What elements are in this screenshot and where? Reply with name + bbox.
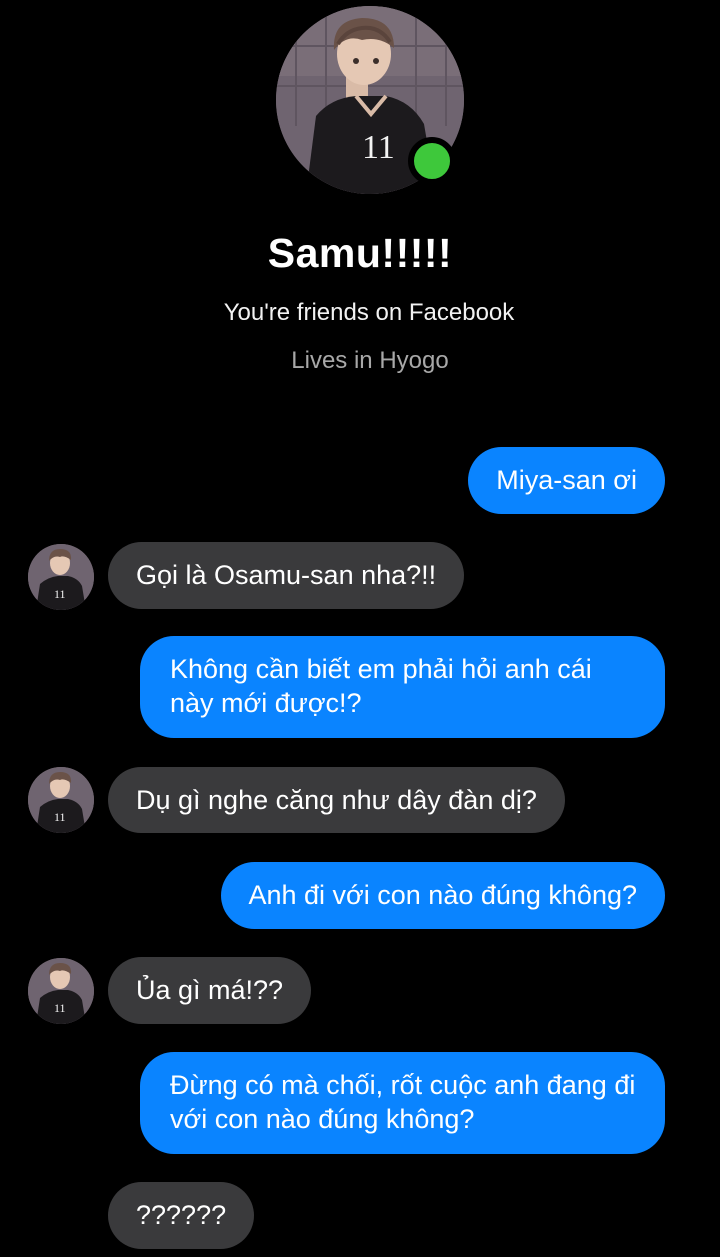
contact-avatar-small[interactable]: 11 — [28, 767, 94, 833]
message-bubble-outgoing[interactable]: Đừng có mà chối, rốt cuộc anh đang đi vớ… — [140, 1052, 665, 1154]
contact-avatar-small[interactable]: 11 — [28, 958, 94, 1024]
message-bubble-incoming[interactable]: Ủa gì má!?? — [108, 957, 312, 1024]
message-bubble-incoming[interactable]: Gọi là Osamu-san nha?!! — [108, 542, 465, 609]
friend-status-text: You're friends on Facebook — [223, 299, 515, 326]
contact-avatar-small[interactable]: 11 — [28, 544, 94, 610]
message-bubble-incoming[interactable]: Dụ gì nghe căng như dây đàn dị? — [108, 767, 565, 833]
message-bubble-outgoing[interactable]: Anh đi với con nào đúng không? — [220, 862, 665, 929]
svg-text:11: 11 — [54, 587, 66, 601]
avatar-illustration: 11 — [28, 958, 94, 1024]
svg-text:11: 11 — [54, 1001, 66, 1015]
message-bubble-outgoing[interactable]: Miya-san ơi — [468, 447, 665, 514]
online-status-indicator — [408, 137, 456, 185]
svg-text:11: 11 — [54, 810, 66, 824]
message-bubble-outgoing[interactable]: Không cần biết em phải hỏi anh cái này m… — [140, 636, 665, 738]
avatar-illustration: 11 — [28, 767, 94, 833]
contact-name[interactable]: Samu!!!!! — [0, 230, 720, 277]
avatar-illustration: 11 — [28, 544, 94, 610]
svg-text:11: 11 — [362, 129, 395, 166]
message-bubble-incoming[interactable]: ?????? — [108, 1182, 255, 1249]
contact-location: Lives in Hyogo — [291, 347, 449, 374]
